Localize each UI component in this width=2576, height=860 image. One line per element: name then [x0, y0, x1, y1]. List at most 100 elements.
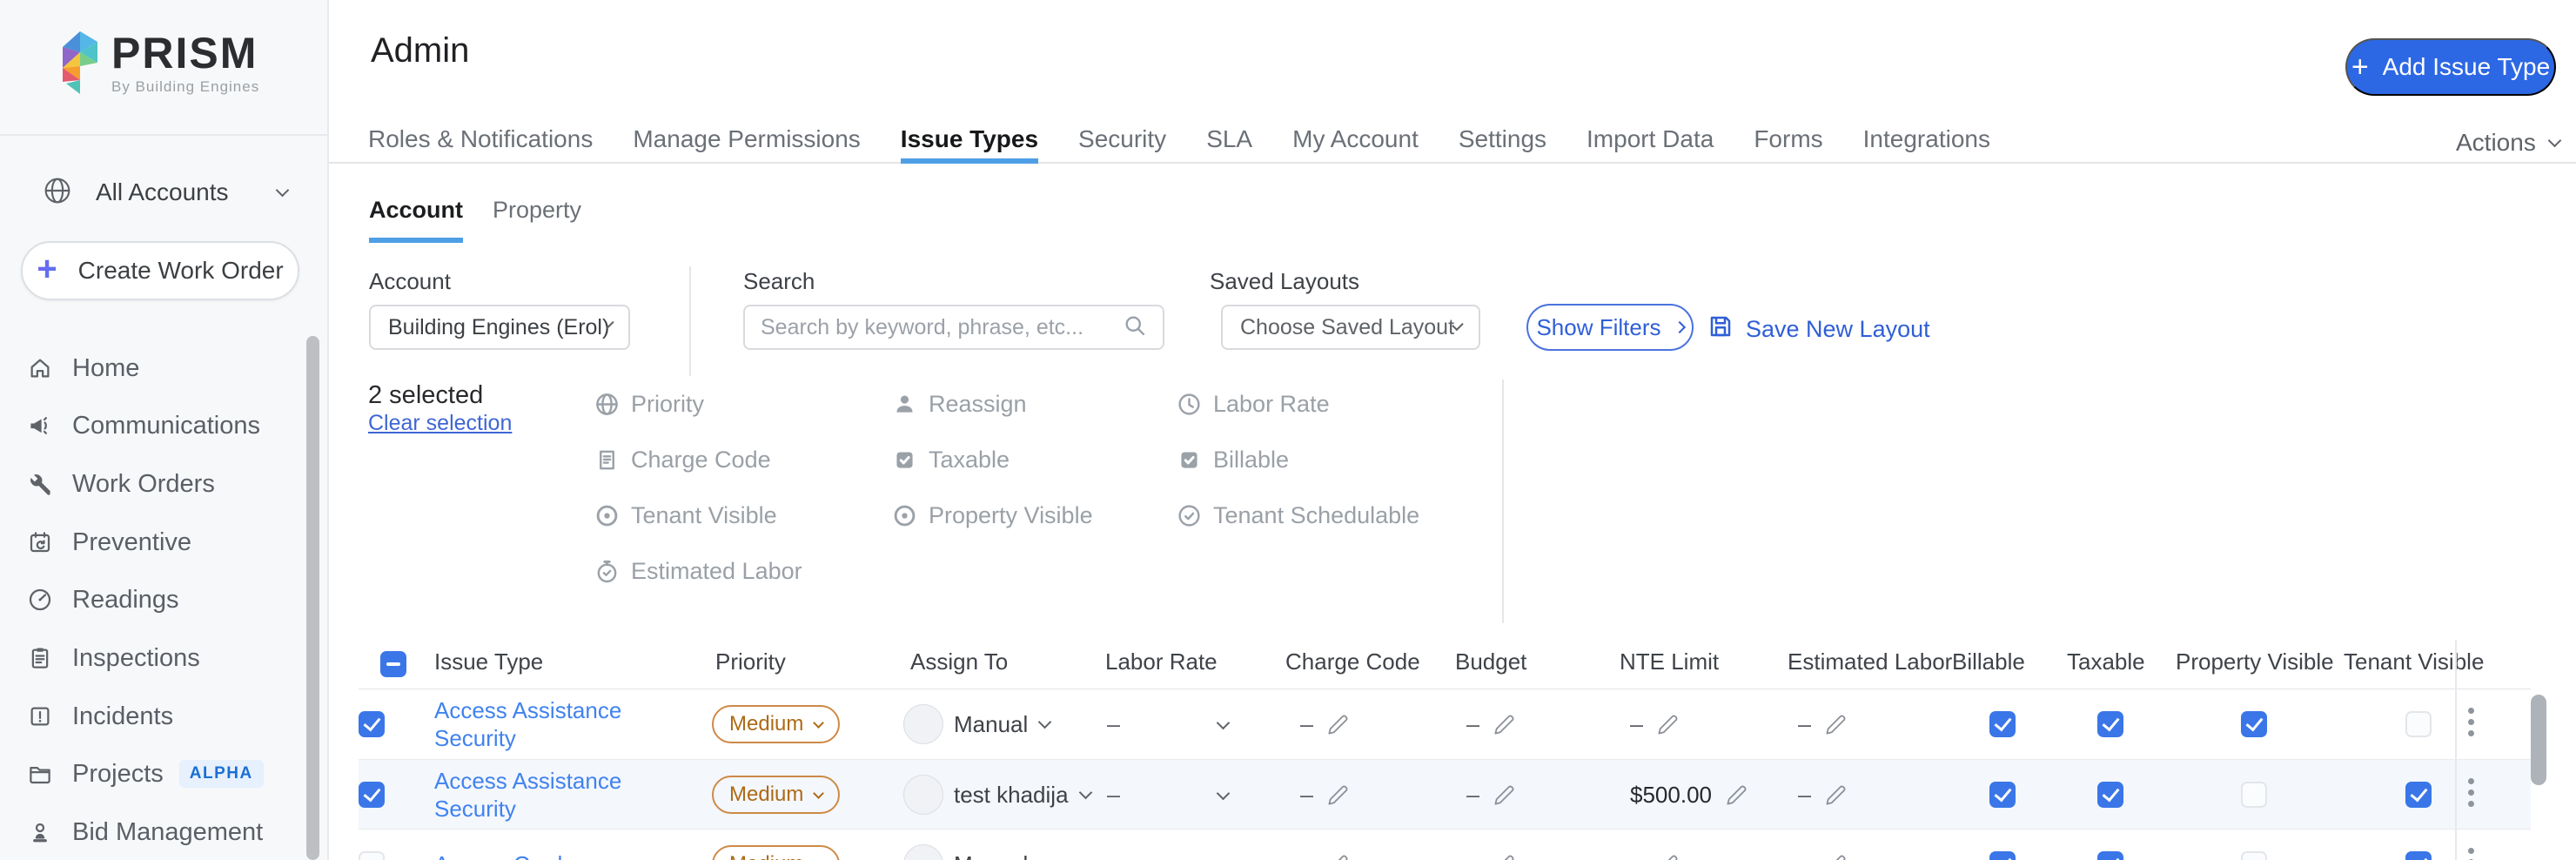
save-new-layout-button[interactable]: Save New Layout: [1707, 313, 1930, 346]
actions-menu[interactable]: Actions: [2456, 129, 2559, 157]
edit-pencil-icon[interactable]: [1326, 853, 1350, 860]
subtab-property[interactable]: Property: [493, 197, 581, 239]
sidebar-scrollbar[interactable]: [306, 336, 319, 860]
billable-checkbox[interactable]: [1989, 851, 2016, 860]
scope-subtabs: Account Property: [369, 197, 581, 239]
table-row: Access Card Medium Manual – – – – –: [359, 829, 2531, 860]
row-checkbox[interactable]: [359, 782, 385, 808]
bulk-action-estimated-labor[interactable]: Estimated Labor: [594, 556, 802, 586]
sidebar-item-projects[interactable]: Projects ALPHA: [27, 755, 264, 793]
tab-sla[interactable]: SLA: [1206, 125, 1252, 162]
tenant-visible-checkbox[interactable]: [2405, 711, 2432, 737]
issue-type-link[interactable]: Access AssistanceSecurity: [434, 689, 621, 759]
bulk-action-taxable[interactable]: Taxable: [892, 445, 1010, 474]
edit-pencil-icon[interactable]: [1326, 783, 1350, 807]
sidebar-item-work-orders[interactable]: Work Orders: [27, 465, 215, 503]
bulk-action-billable[interactable]: Billable: [1177, 445, 1289, 474]
bulk-action-reassign[interactable]: Reassign: [892, 389, 1027, 419]
edit-pencil-icon[interactable]: [1824, 853, 1848, 860]
avatar: [903, 844, 943, 860]
bulk-action-charge-code[interactable]: Charge Code: [594, 445, 771, 474]
bulk-action-tenant-visible[interactable]: Tenant Visible: [594, 501, 777, 530]
select-all-checkbox[interactable]: [380, 651, 406, 677]
search-icon: [1123, 313, 1147, 342]
assign-to-dropdown[interactable]: Manual: [954, 689, 1050, 759]
edit-pencil-icon[interactable]: [1493, 713, 1516, 736]
issue-type-link[interactable]: Access AssistanceSecurity: [434, 760, 621, 830]
row-checkbox[interactable]: [359, 711, 385, 737]
edit-pencil-icon[interactable]: [1326, 713, 1350, 736]
table-scrollbar[interactable]: [2531, 695, 2546, 785]
column-assign-to: Assign To: [910, 648, 1008, 675]
priority-dropdown[interactable]: Medium: [712, 845, 840, 860]
sidebar-item-readings[interactable]: Readings: [27, 581, 179, 619]
row-menu-kebab-icon[interactable]: [2465, 708, 2478, 736]
bulk-action-tenant-schedulable[interactable]: Tenant Schedulable: [1177, 501, 1419, 530]
clear-selection-link[interactable]: Clear selection: [368, 411, 512, 436]
tenant-visible-checkbox[interactable]: [2405, 851, 2432, 860]
globe-icon: [594, 392, 620, 417]
taxable-checkbox[interactable]: [2097, 851, 2123, 860]
home-icon: [27, 355, 53, 381]
sidebar-item-incidents[interactable]: Incidents: [27, 697, 173, 736]
bulk-action-property-visible[interactable]: Property Visible: [892, 501, 1093, 530]
issue-type-link[interactable]: Access Card: [434, 830, 562, 860]
tab-security[interactable]: Security: [1078, 125, 1166, 162]
sidebar-item-inspections[interactable]: Inspections: [27, 639, 200, 677]
column-budget: Budget: [1455, 648, 1526, 675]
priority-dropdown[interactable]: Medium: [712, 705, 840, 743]
bulk-action-labor-rate[interactable]: Labor Rate: [1177, 389, 1330, 419]
add-issue-type-button[interactable]: + Add Issue Type: [2345, 38, 2556, 96]
row-menu-kebab-icon[interactable]: [2465, 848, 2478, 860]
billable-checkbox[interactable]: [1989, 782, 2016, 808]
tab-settings[interactable]: Settings: [1459, 125, 1546, 162]
create-work-order-button[interactable]: + Create Work Order: [21, 241, 299, 300]
edit-pencil-icon[interactable]: [1656, 853, 1680, 860]
sidebar-item-communications[interactable]: Communications: [27, 406, 260, 445]
tab-forms[interactable]: Forms: [1754, 125, 1822, 162]
edit-pencil-icon[interactable]: [1725, 783, 1748, 807]
edit-pencil-icon[interactable]: [1493, 853, 1516, 860]
sidebar-item-bid-management[interactable]: Bid Management: [27, 813, 263, 851]
taxable-checkbox[interactable]: [2097, 711, 2123, 737]
plus-icon: +: [37, 250, 57, 289]
search-label: Search: [743, 268, 815, 295]
tab-roles-notifications[interactable]: Roles & Notifications: [368, 125, 593, 162]
tab-integrations[interactable]: Integrations: [1863, 125, 1990, 162]
saved-layout-select[interactable]: Choose Saved Layout: [1221, 305, 1480, 350]
property-visible-checkbox[interactable]: [2241, 851, 2267, 860]
assign-to-dropdown[interactable]: test khadija: [954, 760, 1090, 830]
sidebar-item-preventive[interactable]: Preventive: [27, 523, 191, 561]
tab-my-account[interactable]: My Account: [1292, 125, 1419, 162]
labor-rate-dropdown-icon[interactable]: [1217, 716, 1231, 730]
show-filters-button[interactable]: Show Filters: [1526, 304, 1694, 351]
chevron-down-icon: [275, 183, 289, 197]
property-visible-checkbox[interactable]: [2241, 782, 2267, 808]
priority-dropdown[interactable]: Medium: [712, 776, 840, 814]
edit-pencil-icon[interactable]: [1493, 783, 1516, 807]
tab-issue-types[interactable]: Issue Types: [901, 125, 1038, 162]
account-switcher[interactable]: All Accounts: [44, 174, 287, 211]
subtab-account[interactable]: Account: [369, 197, 463, 239]
billable-checkbox[interactable]: [1989, 711, 2016, 737]
tab-import-data[interactable]: Import Data: [1587, 125, 1714, 162]
sidebar: PRISM By Building Engines All Accounts +…: [0, 0, 329, 860]
labor-rate-dropdown-icon[interactable]: [1217, 857, 1231, 860]
account-select[interactable]: Building Engines (Erol): [369, 305, 630, 350]
edit-pencil-icon[interactable]: [1824, 713, 1848, 736]
tenant-visible-checkbox[interactable]: [2405, 782, 2432, 808]
edit-pencil-icon[interactable]: [1824, 783, 1848, 807]
property-visible-checkbox[interactable]: [2241, 711, 2267, 737]
taxable-checkbox[interactable]: [2097, 782, 2123, 808]
row-checkbox[interactable]: [359, 851, 385, 860]
search-input[interactable]: [761, 315, 1123, 340]
prism-logo[interactable]: PRISM By Building Engines: [57, 30, 259, 100]
sidebar-item-home[interactable]: Home: [27, 349, 139, 387]
edit-pencil-icon[interactable]: [1656, 713, 1680, 736]
tab-manage-permissions[interactable]: Manage Permissions: [633, 125, 860, 162]
assign-to-dropdown[interactable]: Manual: [954, 830, 1050, 860]
row-menu-kebab-icon[interactable]: [2465, 778, 2478, 807]
labor-rate-dropdown-icon[interactable]: [1217, 787, 1231, 801]
bulk-action-priority[interactable]: Priority: [594, 389, 704, 419]
chevron-down-icon: [813, 717, 824, 729]
